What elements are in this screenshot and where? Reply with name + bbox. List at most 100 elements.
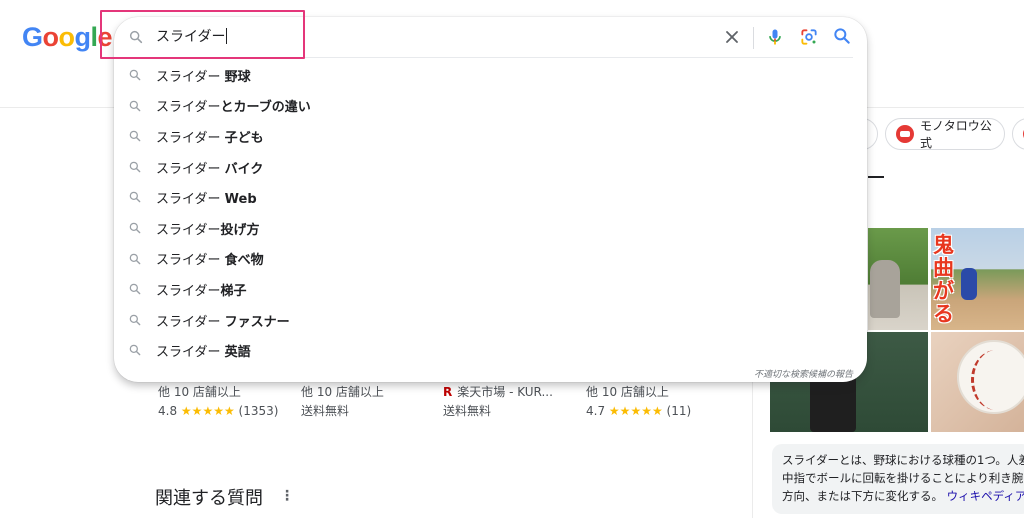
logo-letter: o [42, 22, 60, 52]
google-logo[interactable]: Google [22, 22, 113, 52]
filter-chip[interactable] [1012, 118, 1024, 150]
related-questions-title: 関連する質問 [155, 488, 263, 509]
suggestion-prefix: スライダー [156, 314, 225, 330]
suggestion-completion: 英語 [224, 345, 251, 361]
search-results-page: Google モノタロウ公式 鬼曲がる スライダーとは、野球における球種の1つ。… [0, 0, 1024, 518]
search-icon [129, 345, 141, 356]
baseball-image[interactable] [868, 228, 928, 330]
product-info[interactable]: 他 10 店舗以上 4.8 ★★★★★ (1353) [158, 383, 278, 421]
wikipedia-link[interactable]: ウィキペディア [947, 489, 1024, 503]
search-input[interactable]: スライダー [156, 27, 228, 47]
suggestion-item[interactable]: スライダー ファスナー [114, 305, 867, 336]
product-store-count: 他 10 店舗以上 [301, 385, 384, 399]
baseball-grip-image[interactable] [931, 332, 1024, 432]
search-icon [129, 130, 141, 142]
search-divider [128, 57, 853, 58]
rating-stars: ★★★★★ [180, 404, 235, 418]
rating-stars: ★★★★★ [608, 404, 663, 418]
suggestion-item[interactable]: スライダー梯子 [114, 274, 867, 305]
search-icon [129, 253, 141, 264]
suggestion-completion: 梯子 [220, 283, 247, 299]
player-figure [961, 268, 977, 300]
free-shipping-label: 送料無料 [443, 404, 492, 418]
search-icon [129, 222, 141, 234]
product-store-name: 楽天市場 - KUR... [457, 385, 553, 399]
product-info[interactable]: R 楽天市場 - KUR... 送料無料 [443, 383, 553, 421]
search-icon [129, 192, 141, 203]
description-line: 方向、または下方に変化する。 [782, 489, 943, 503]
rating-value: 4.7 [586, 404, 606, 418]
suggestion-text: スライダー バイク [156, 158, 263, 177]
suggestion-item[interactable]: スライダー投げ方 [114, 213, 867, 244]
suggestion-text: スライダー 英語 [156, 341, 251, 360]
product-store-count: 他 10 店舗以上 [158, 385, 241, 399]
suggestion-text: スライダー 食べ物 [156, 249, 264, 268]
suggestion-item[interactable]: スライダー 野球 [114, 60, 867, 91]
suggestion-text: スライダー梯子 [156, 280, 247, 299]
search-icon [129, 69, 141, 81]
suggestion-prefix: スライダー [156, 222, 221, 238]
search-icon [129, 161, 141, 173]
logo-letter: e [97, 22, 113, 52]
toolbar-divider [753, 27, 754, 49]
google-lens-icon[interactable] [799, 27, 819, 47]
suggestion-prefix: スライダー [156, 161, 225, 177]
suggestion-item[interactable]: スライダー 子ども [114, 121, 867, 152]
monotaro-logo-icon [896, 125, 914, 143]
suggestion-prefix: スライダー [156, 192, 225, 208]
text-caret [226, 28, 228, 44]
suggestion-item[interactable]: スライダー 食べ物 [114, 244, 867, 275]
suggestion-completion: バイク [224, 161, 264, 177]
suggestion-prefix: スライダー [156, 130, 225, 146]
suggestion-text: スライダー ファスナー [156, 311, 290, 330]
search-autocomplete-dropdown: スライダー スライダー 野球 スライダーとカーブの違い スライダー 子ども スラ… [114, 17, 867, 382]
product-rating: 4.7 ★★★★★ (11) [586, 402, 691, 421]
suggestion-prefix: スライダー [156, 283, 221, 299]
logo-letter: l [90, 22, 99, 52]
knowledge-panel-title-fragment [868, 176, 884, 178]
more-options-icon[interactable]: ⋮ [280, 488, 294, 504]
search-icon [129, 283, 141, 295]
suggestion-item[interactable]: スライダー バイク [114, 152, 867, 183]
logo-letter: o [58, 22, 76, 52]
suggestion-text: スライダー投げ方 [156, 219, 260, 238]
suggestion-text: スライダー Web [156, 188, 257, 207]
suggestion-text: スライダー 子ども [156, 127, 264, 146]
suggestion-completion: 投げ方 [220, 222, 260, 238]
suggestion-prefix: スライダー [156, 253, 225, 269]
product-info[interactable]: 他 10 店舗以上 4.7 ★★★★★ (11) [586, 383, 691, 421]
filter-chip-monotaro[interactable]: モノタロウ公式 [885, 118, 1005, 150]
suggestion-item[interactable]: スライダー Web [114, 182, 867, 213]
search-icon [129, 100, 141, 111]
column-divider [752, 380, 753, 518]
chip-label: モノタロウ公式 [920, 119, 992, 150]
suggestion-prefix: スライダー [156, 345, 225, 361]
close-icon[interactable] [722, 27, 742, 47]
suggestion-item[interactable]: スライダー 英語 [114, 335, 867, 366]
product-info[interactable]: 他 10 店舗以上 送料無料 [301, 383, 384, 421]
suggestion-list: スライダー 野球 スライダーとカーブの違い スライダー 子ども スライダー バイ… [114, 60, 867, 366]
suggestion-prefix: スライダー [156, 100, 221, 116]
suggestion-text: スライダーとカーブの違い [156, 96, 311, 115]
microphone-icon[interactable] [765, 26, 785, 48]
rating-count: (11) [666, 404, 692, 418]
search-submit-icon[interactable] [832, 26, 852, 46]
suggestion-completion: とカーブの違い [220, 100, 311, 116]
search-icon [129, 314, 141, 326]
product-rating: 4.8 ★★★★★ (1353) [158, 402, 278, 421]
suggestion-completion: 食べ物 [224, 253, 264, 269]
suggestion-completion: 野球 [224, 69, 251, 85]
product-store-count: 他 10 店舗以上 [586, 385, 669, 399]
free-shipping-label: 送料無料 [301, 404, 350, 418]
rating-count: (1353) [238, 404, 279, 418]
description-line: スライダーとは、野球における球種の1つ。人差 [782, 453, 1024, 467]
description-line: 中指でボールに回転を掛けることにより利き腕 [782, 471, 1024, 485]
knowledge-panel-description: スライダーとは、野球における球種の1つ。人差 中指でボールに回転を掛けることによ… [772, 444, 1024, 514]
suggestion-text: スライダー 野球 [156, 66, 251, 85]
rating-value: 4.8 [158, 404, 178, 418]
report-inappropriate-predictions-link[interactable]: 不適切な検索候補の報告 [754, 367, 853, 380]
suggestion-completion: Web [224, 192, 257, 208]
baseball-image[interactable]: 鬼曲がる [931, 228, 1024, 330]
suggestion-item[interactable]: スライダーとカーブの違い [114, 91, 867, 122]
suggestion-completion: 子ども [224, 130, 264, 146]
